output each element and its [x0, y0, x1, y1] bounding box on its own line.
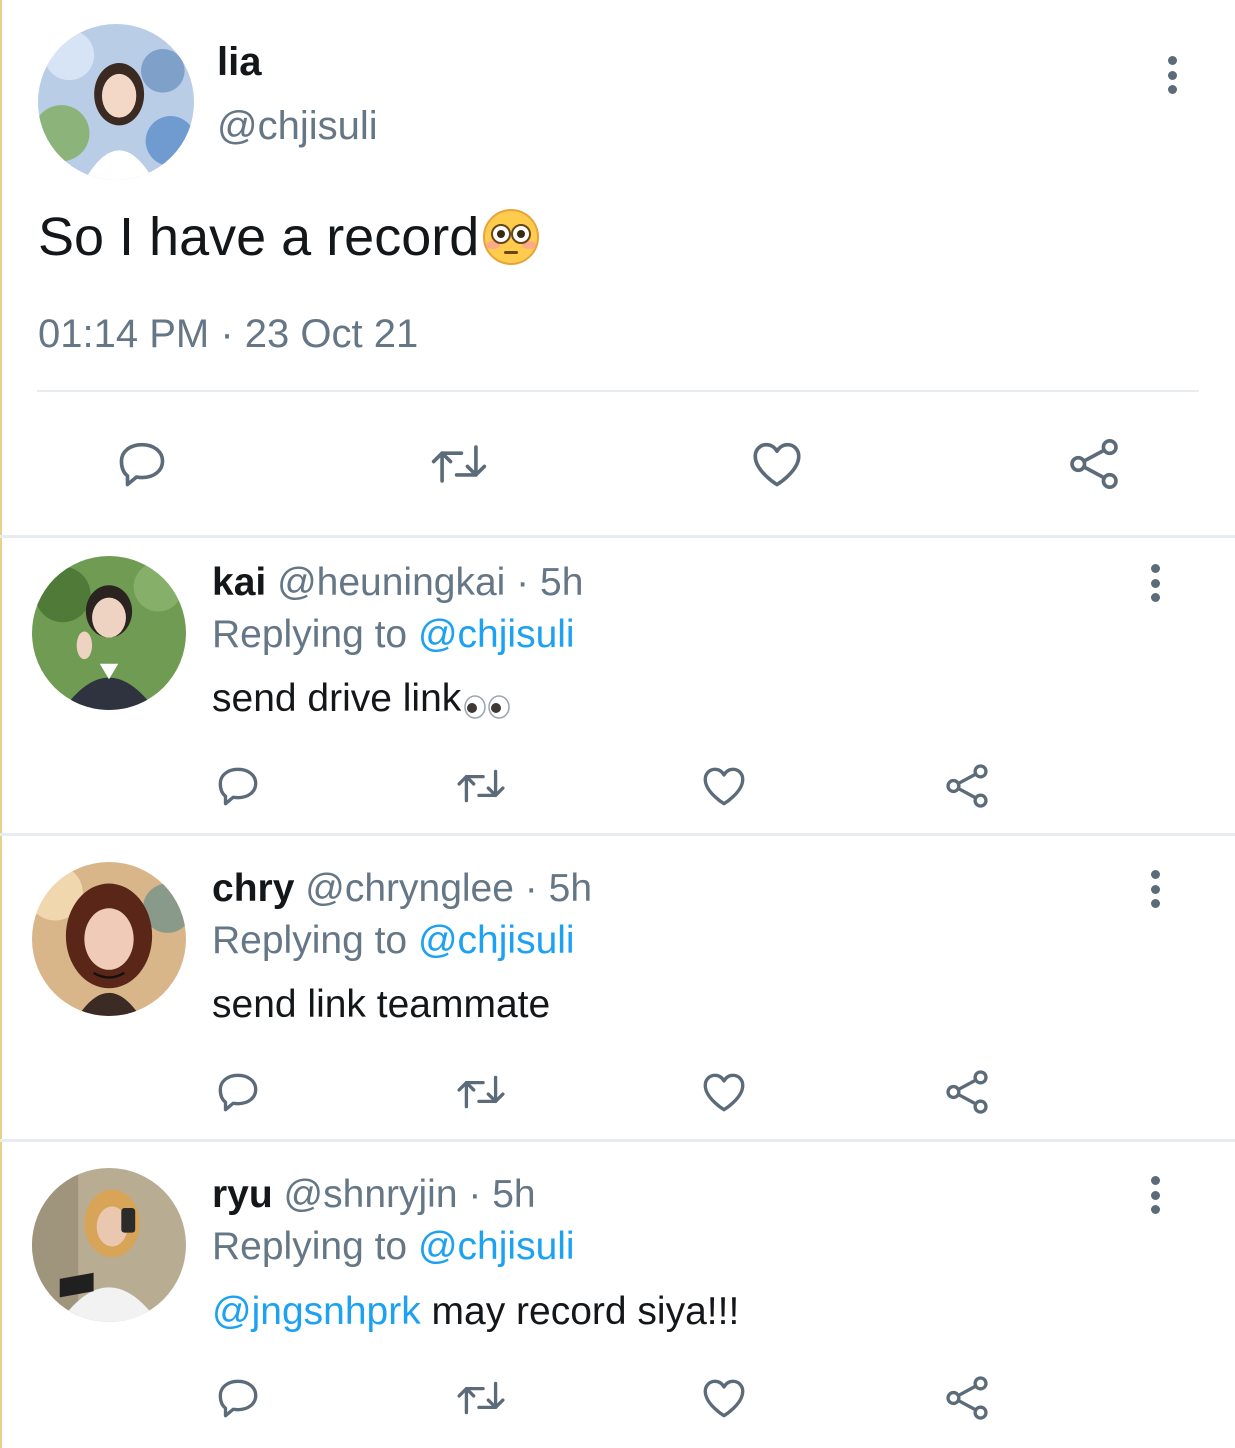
replying-to: Replying to @chjisuli: [212, 1225, 575, 1269]
retweet-icon[interactable]: [451, 1066, 511, 1118]
divider: [0, 833, 1235, 836]
replying-label: Replying to: [212, 613, 408, 656]
reply-header: kai @heuningkai · 5h: [212, 561, 583, 605]
avatar[interactable]: [32, 862, 186, 1016]
handle[interactable]: @heuningkai: [277, 561, 505, 604]
divider: [37, 390, 1199, 392]
more-options-icon[interactable]: [1140, 870, 1170, 908]
replying-label: Replying to: [212, 1225, 408, 1268]
handle[interactable]: @chrynglee: [305, 867, 514, 910]
mention-link[interactable]: @chjisuli: [418, 1225, 575, 1268]
reply-icon[interactable]: [112, 434, 172, 494]
reply-text: send drive link: [212, 677, 511, 721]
reply-icon[interactable]: [212, 1066, 264, 1118]
like-icon[interactable]: [697, 1372, 751, 1424]
divider: [0, 1139, 1235, 1142]
reply-text-content: may record siya!!!: [420, 1290, 740, 1333]
more-options-icon[interactable]: [1157, 56, 1187, 94]
tweet-timestamp: 01:14 PM · 23 Oct 21: [38, 312, 419, 356]
retweet-icon[interactable]: [451, 1372, 511, 1424]
main-tweet: lia @chjisuli So I have a record 01:14 P…: [0, 0, 1235, 536]
separator-dot: ·: [516, 561, 530, 604]
mention-link[interactable]: @chjisuli: [418, 613, 575, 656]
eyes-emoji: [463, 686, 511, 719]
tweet-text-content: So I have a record: [38, 207, 480, 267]
replying-to: Replying to @chjisuli: [212, 613, 575, 657]
reply-header: ryu @shnryjin · 5h: [212, 1173, 536, 1217]
more-options-icon[interactable]: [1140, 564, 1170, 602]
share-icon[interactable]: [940, 1372, 994, 1424]
share-icon[interactable]: [940, 1066, 994, 1118]
more-options-icon[interactable]: [1140, 1176, 1170, 1214]
share-icon[interactable]: [1063, 434, 1125, 494]
reply-time: 5h: [540, 561, 584, 604]
share-icon[interactable]: [940, 760, 994, 812]
handle[interactable]: @shnryjin: [284, 1173, 458, 1216]
like-icon[interactable]: [697, 760, 751, 812]
display-name[interactable]: chry: [212, 867, 294, 910]
avatar[interactable]: [38, 24, 194, 180]
display-name[interactable]: ryu: [212, 1173, 273, 1216]
retweet-icon[interactable]: [451, 760, 511, 812]
reply-icon[interactable]: [212, 760, 264, 812]
replying-to: Replying to @chjisuli: [212, 919, 575, 963]
replying-label: Replying to: [212, 919, 408, 962]
reply-text: @jngsnhprk may record siya!!!: [212, 1290, 739, 1334]
reply-text-content: send drive link: [212, 677, 462, 720]
reply-time: 5h: [492, 1173, 536, 1216]
flushed-face-emoji: [481, 207, 541, 267]
reply-text-content: send link teammate: [212, 983, 551, 1026]
mention-link[interactable]: @chjisuli: [418, 919, 575, 962]
avatar[interactable]: [32, 556, 186, 710]
like-icon[interactable]: [697, 1066, 751, 1118]
tweet-text: So I have a record: [38, 206, 541, 268]
display-name[interactable]: lia: [217, 40, 261, 84]
separator-dot: ·: [524, 867, 538, 910]
display-name[interactable]: kai: [212, 561, 266, 604]
retweet-icon[interactable]: [425, 434, 493, 494]
reply-text: send link teammate: [212, 983, 550, 1027]
divider: [0, 535, 1235, 538]
avatar[interactable]: [32, 1168, 186, 1322]
like-icon[interactable]: [746, 434, 808, 494]
handle[interactable]: @chjisuli: [217, 104, 378, 148]
reply-time: 5h: [548, 867, 593, 910]
reply-icon[interactable]: [212, 1372, 264, 1424]
separator-dot: ·: [468, 1173, 482, 1216]
reply-header: chry @chrynglee · 5h: [212, 867, 592, 911]
mention-link[interactable]: @jngsnhprk: [212, 1290, 421, 1334]
